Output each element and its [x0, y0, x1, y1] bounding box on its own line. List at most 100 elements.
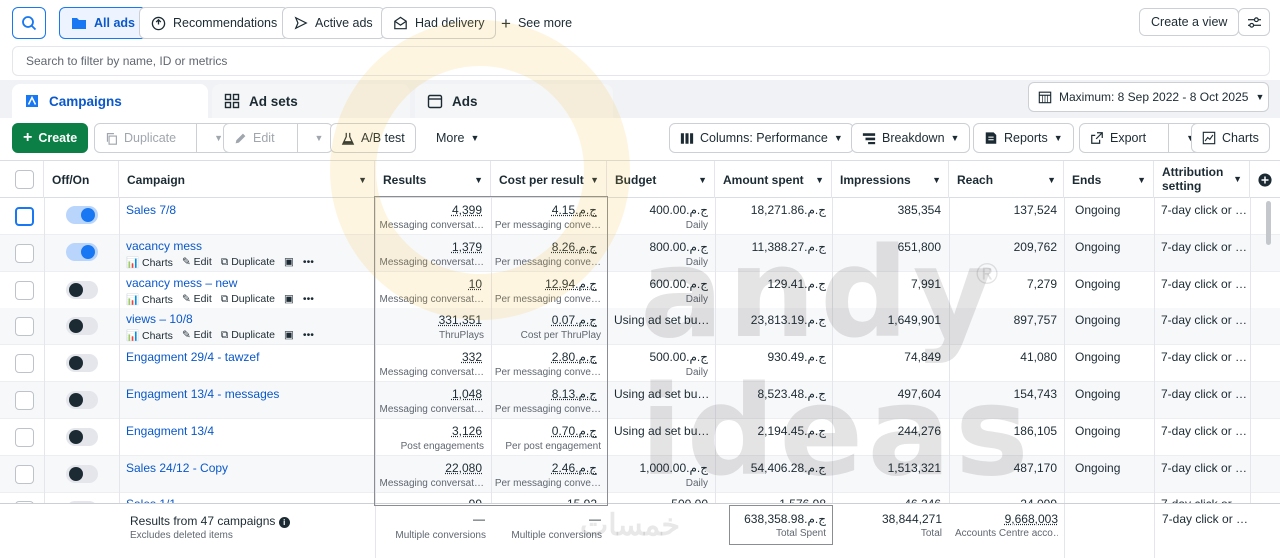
results-value[interactable]: 1,379 — [375, 240, 482, 254]
campaign-toggle[interactable] — [66, 427, 98, 446]
row-duplicate-link[interactable]: ⧉ Duplicate — [221, 293, 275, 306]
table-row[interactable]: Sales 24/12 - Copy 22,080 Messaging conver… — [0, 455, 1280, 493]
edit-button[interactable]: Edit ▼ — [223, 123, 334, 153]
results-value[interactable]: 10 — [375, 277, 482, 291]
tab-ads[interactable]: Ads — [415, 84, 613, 118]
table-row[interactable]: Engagment 13/4 - messages 1,048 Messaging … — [0, 382, 1280, 419]
budget-value[interactable]: Using ad set bu… — [614, 387, 709, 401]
columns-button[interactable]: Columns: Performance ▼ — [669, 123, 854, 153]
breakdown-button[interactable]: Breakdown ▼ — [851, 123, 971, 153]
more-button[interactable]: More ▼ — [426, 123, 489, 153]
search-button[interactable] — [12, 7, 46, 39]
header-amount-spent[interactable]: Amount spent ▼ — [715, 161, 832, 198]
filter-search-input[interactable]: Search to filter by name, ID or metrics — [12, 46, 1270, 76]
add-column-button[interactable] — [1250, 161, 1280, 198]
charts-button[interactable]: Charts — [1191, 123, 1270, 153]
header-impressions[interactable]: Impressions ▼ — [832, 161, 949, 198]
had-delivery-button[interactable]: Had delivery — [381, 7, 497, 39]
row-checkbox[interactable] — [15, 354, 34, 374]
cost-per-result-value[interactable]: ج.م.‏2.46 — [491, 461, 597, 475]
header-budget[interactable]: Budget ▼ — [607, 161, 715, 198]
header-off-on[interactable]: Off/On — [44, 161, 119, 198]
row-checkbox[interactable] — [15, 207, 34, 226]
create-view-button[interactable]: Create a view — [1139, 8, 1240, 36]
row-more-button[interactable]: ••• — [303, 293, 314, 306]
row-checkbox[interactable] — [15, 427, 34, 447]
export-button[interactable]: Export ▼ — [1079, 123, 1206, 153]
campaign-name-link[interactable]: vacancy mess — [126, 239, 202, 253]
results-value[interactable]: 332 — [375, 350, 482, 364]
duplicate-button[interactable]: Duplicate ▼ — [94, 123, 234, 153]
row-duplicate-link[interactable]: ⧉ Duplicate — [221, 256, 275, 269]
row-preview-icon[interactable]: ▣ — [284, 256, 294, 269]
row-more-button[interactable]: ••• — [303, 256, 314, 269]
row-edit-link[interactable]: ✎ Edit — [182, 293, 212, 306]
row-charts-link[interactable]: 📊 Charts — [126, 329, 173, 342]
info-icon[interactable]: i — [278, 517, 290, 528]
table-row[interactable]: Sales 7/8 4,399 Messaging conversat… ج.م.‏4… — [0, 198, 1280, 235]
see-more-button[interactable]: + See more — [490, 7, 583, 39]
active-ads-button[interactable]: Active ads — [282, 7, 385, 39]
cost-per-result-value[interactable]: ج.م.‏0.07 — [491, 313, 597, 327]
row-charts-link[interactable]: 📊 Charts — [126, 293, 173, 306]
row-checkbox[interactable] — [15, 317, 34, 337]
row-checkbox[interactable] — [15, 391, 34, 410]
table-row[interactable]: vacancy mess – new 📊 Charts ✎ Edit ⧉ Duplic… — [0, 272, 1280, 309]
header-cost-per-result[interactable]: Cost per result ▼ — [491, 161, 607, 198]
row-checkbox[interactable] — [15, 464, 34, 484]
header-campaign[interactable]: Campaign ▼ — [119, 161, 375, 198]
row-checkbox[interactable] — [15, 280, 34, 300]
cost-per-result-value[interactable]: ج.م.‏8.26 — [491, 240, 597, 254]
campaign-name-link[interactable]: Engagment 13/4 - messages — [126, 387, 279, 401]
campaign-name-link[interactable]: Sales 24/12 - Copy — [126, 461, 228, 475]
campaign-name-link[interactable]: Engagment 13/4 — [126, 424, 214, 438]
table-row[interactable]: Engagment 29/4 - tawzef 332 Messaging conv… — [0, 345, 1280, 383]
campaign-name-link[interactable]: Sales 7/8 — [126, 203, 176, 217]
cost-per-result-value[interactable]: ج.م.‏4.15 — [491, 203, 597, 217]
campaign-name-link[interactable]: views – 10/8 — [126, 312, 193, 326]
row-edit-link[interactable]: ✎ Edit — [182, 256, 212, 269]
date-range-picker[interactable]: Maximum: 8 Sep 2022 - 8 Oct 2025 ▼ — [1028, 82, 1269, 112]
budget-value[interactable]: ج.م.‏600.00 — [607, 277, 708, 291]
vertical-scrollbar[interactable] — [1266, 201, 1271, 245]
cost-per-result-value[interactable]: ج.م.‏2.80 — [491, 350, 597, 364]
results-value[interactable]: 22,080 — [375, 461, 482, 475]
row-edit-link[interactable]: ✎ Edit — [182, 329, 212, 342]
create-button[interactable]: + Create — [12, 123, 89, 153]
budget-value[interactable]: ج.م.‏800.00 — [607, 240, 708, 254]
budget-value[interactable]: ج.م.‏500.00 — [607, 350, 708, 364]
campaign-toggle[interactable] — [66, 206, 98, 224]
cost-per-result-value[interactable]: ج.م.‏12.94 — [491, 277, 597, 291]
row-more-button[interactable]: ••• — [303, 329, 314, 342]
campaign-toggle[interactable] — [66, 464, 98, 483]
budget-value[interactable]: Using ad set bu… — [614, 424, 709, 438]
reports-button[interactable]: Reports ▼ — [973, 123, 1074, 153]
campaign-name-link[interactable]: Engagment 29/4 - tawzef — [126, 350, 259, 364]
campaign-toggle[interactable] — [66, 317, 98, 336]
budget-value[interactable]: ج.م.‏400.00 — [607, 203, 708, 217]
table-row[interactable]: vacancy mess 📊 Charts ✎ Edit ⧉ Duplicate ▣ ••… — [0, 234, 1280, 272]
row-charts-link[interactable]: 📊 Charts — [126, 256, 173, 269]
results-value[interactable]: 4,399 — [375, 203, 482, 217]
all-ads-button[interactable]: All ads — [59, 7, 147, 39]
select-all-checkbox[interactable] — [15, 170, 34, 189]
view-settings-button[interactable] — [1238, 8, 1270, 36]
campaign-toggle[interactable] — [66, 391, 98, 409]
table-row[interactable]: views – 10/8 📊 Charts ✎ Edit ⧉ Duplicate ▣ ••… — [0, 308, 1280, 346]
row-checkbox[interactable] — [15, 243, 34, 263]
cost-per-result-value[interactable]: ج.م.‏0.70 — [491, 424, 597, 438]
row-duplicate-link[interactable]: ⧉ Duplicate — [221, 329, 275, 342]
campaign-toggle[interactable] — [66, 242, 98, 261]
header-reach[interactable]: Reach ▼ — [949, 161, 1064, 198]
header-ends[interactable]: Ends ▼ — [1064, 161, 1154, 198]
tab-ad-sets[interactable]: Ad sets — [212, 84, 410, 118]
row-preview-icon[interactable]: ▣ — [284, 329, 294, 342]
campaign-toggle[interactable] — [66, 280, 98, 299]
results-value[interactable]: 1,048 — [375, 387, 482, 401]
header-results[interactable]: Results ▼ — [375, 161, 491, 198]
budget-value[interactable]: Using ad set bu… — [614, 313, 709, 327]
header-attribution[interactable]: Attribution setting ▼ — [1154, 161, 1250, 198]
ab-test-button[interactable]: A/B test — [330, 123, 416, 153]
recommendations-button[interactable]: Recommendations — [139, 7, 290, 39]
results-value[interactable]: 331,351 — [375, 313, 482, 327]
